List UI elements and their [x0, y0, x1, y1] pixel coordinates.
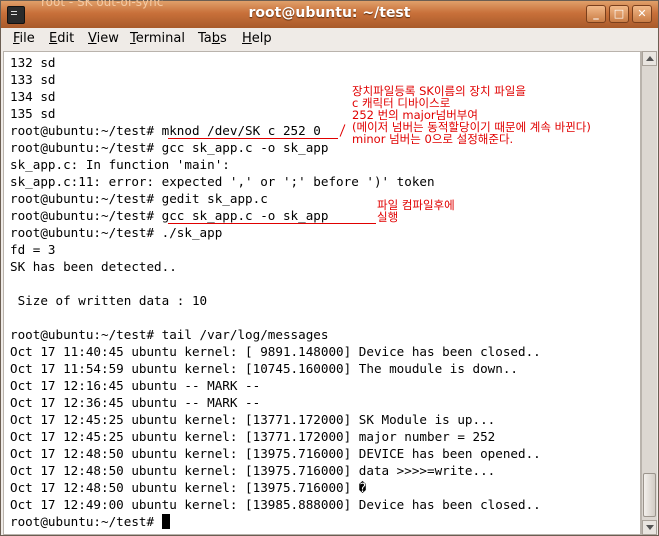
terminal-line: 132 sd — [10, 55, 56, 70]
prompt-text: root@ubuntu:~/test# — [10, 514, 162, 529]
annotation-line: minor 넘버는 0으로 설정해준다. — [352, 132, 514, 146]
menu-view[interactable]: View — [88, 31, 119, 46]
maximize-button[interactable]: □ — [609, 5, 629, 23]
minimize-button[interactable]: _ — [586, 5, 606, 23]
menu-file[interactable]: File — [13, 31, 35, 46]
title-bar[interactable]: root - SK out-of-sync root@ubuntu: ~/tes… — [1, 0, 658, 29]
terminal-line: root@ubuntu:~/test# tail /var/log/messag… — [10, 327, 329, 342]
terminal-prompt-line[interactable]: root@ubuntu:~/test# — [10, 513, 170, 530]
window-title: root@ubuntu: ~/test — [248, 5, 411, 21]
terminal-line: Oct 17 12:36:45 ubuntu -- MARK -- — [10, 395, 261, 410]
gcc-annotation: 파일 컴파일후에 실행 — [377, 199, 455, 223]
scroll-down-icon[interactable] — [642, 520, 657, 535]
close-button[interactable]: ✕ — [632, 5, 652, 23]
terminal-line: fd = 3 — [10, 242, 56, 257]
terminal-line: SK has been detected.. — [10, 259, 177, 274]
terminal-line: Oct 17 12:48:50 ubuntu kernel: [13975.71… — [10, 446, 541, 461]
menu-edit[interactable]: Edit — [49, 31, 74, 46]
minimize-icon: _ — [593, 7, 599, 20]
vertical-scrollbar[interactable] — [641, 51, 657, 535]
terminal-line: Oct 17 12:49:00 ubuntu kernel: [13985.88… — [10, 497, 541, 512]
scrollbar-thumb[interactable] — [643, 473, 656, 517]
text-cursor — [161, 514, 170, 529]
gcc-underline — [168, 223, 376, 224]
menu-tabs[interactable]: Tabs — [198, 31, 227, 46]
terminal-line: 133 sd — [10, 72, 56, 87]
terminal-line: Oct 17 11:40:45 ubuntu kernel: [ 9891.14… — [10, 344, 541, 359]
menu-bar: File Edit View Terminal Tabs Help — [1, 28, 658, 50]
terminal-line: Oct 17 11:54:59 ubuntu kernel: [10745.16… — [10, 361, 518, 376]
terminal-line: root@ubuntu:~/test# gedit sk_app.c — [10, 191, 268, 206]
terminal-line: 135 sd — [10, 106, 56, 121]
terminal-line: sk_app.c: In function 'main': — [10, 157, 230, 172]
mknod-annotation: 장치파일등록 SK이름의 장치 파일을 c 캐릭터 디바이스로 252 번의 m… — [352, 85, 591, 145]
annotation-pointer — [339, 124, 346, 137]
terminal-line: sk_app.c:11: error: expected ',' or ';' … — [10, 174, 435, 189]
mknod-underline — [168, 138, 338, 139]
terminal-output[interactable]: 132 sd 133 sd 134 sd 135 sd root@ubuntu:… — [3, 51, 641, 535]
terminal-line: Oct 17 12:16:45 ubuntu -- MARK -- — [10, 378, 261, 393]
close-icon: ✕ — [637, 7, 647, 20]
terminal-line: root@ubuntu:~/test# gcc sk_app.c -o sk_a… — [10, 208, 329, 223]
scroll-up-icon[interactable] — [642, 51, 657, 66]
terminal-line: root@ubuntu:~/test# mknod /dev/SK c 252 … — [10, 123, 321, 138]
menu-terminal[interactable]: Terminal — [130, 31, 185, 46]
menu-help[interactable]: Help — [242, 31, 272, 46]
terminal-line: Oct 17 12:48:50 ubuntu kernel: [13975.71… — [10, 463, 496, 478]
terminal-line: root@ubuntu:~/test# ./sk_app — [10, 225, 223, 240]
terminal-line: Oct 17 12:45:25 ubuntu kernel: [13771.17… — [10, 412, 496, 427]
annotation-line: 실행 — [377, 210, 399, 224]
terminal-line: Oct 17 12:48:50 ubuntu kernel: [13975.71… — [10, 480, 367, 495]
maximize-icon: □ — [613, 7, 625, 20]
terminal-line: Oct 17 12:45:25 ubuntu kernel: [13771.17… — [10, 429, 496, 444]
terminal-line: 134 sd — [10, 89, 56, 104]
terminal-line: root@ubuntu:~/test# gcc sk_app.c -o sk_a… — [10, 140, 329, 155]
terminal-window: root - SK out-of-sync root@ubuntu: ~/tes… — [0, 0, 659, 536]
terminal-line: Size of written data : 10 — [10, 293, 208, 308]
